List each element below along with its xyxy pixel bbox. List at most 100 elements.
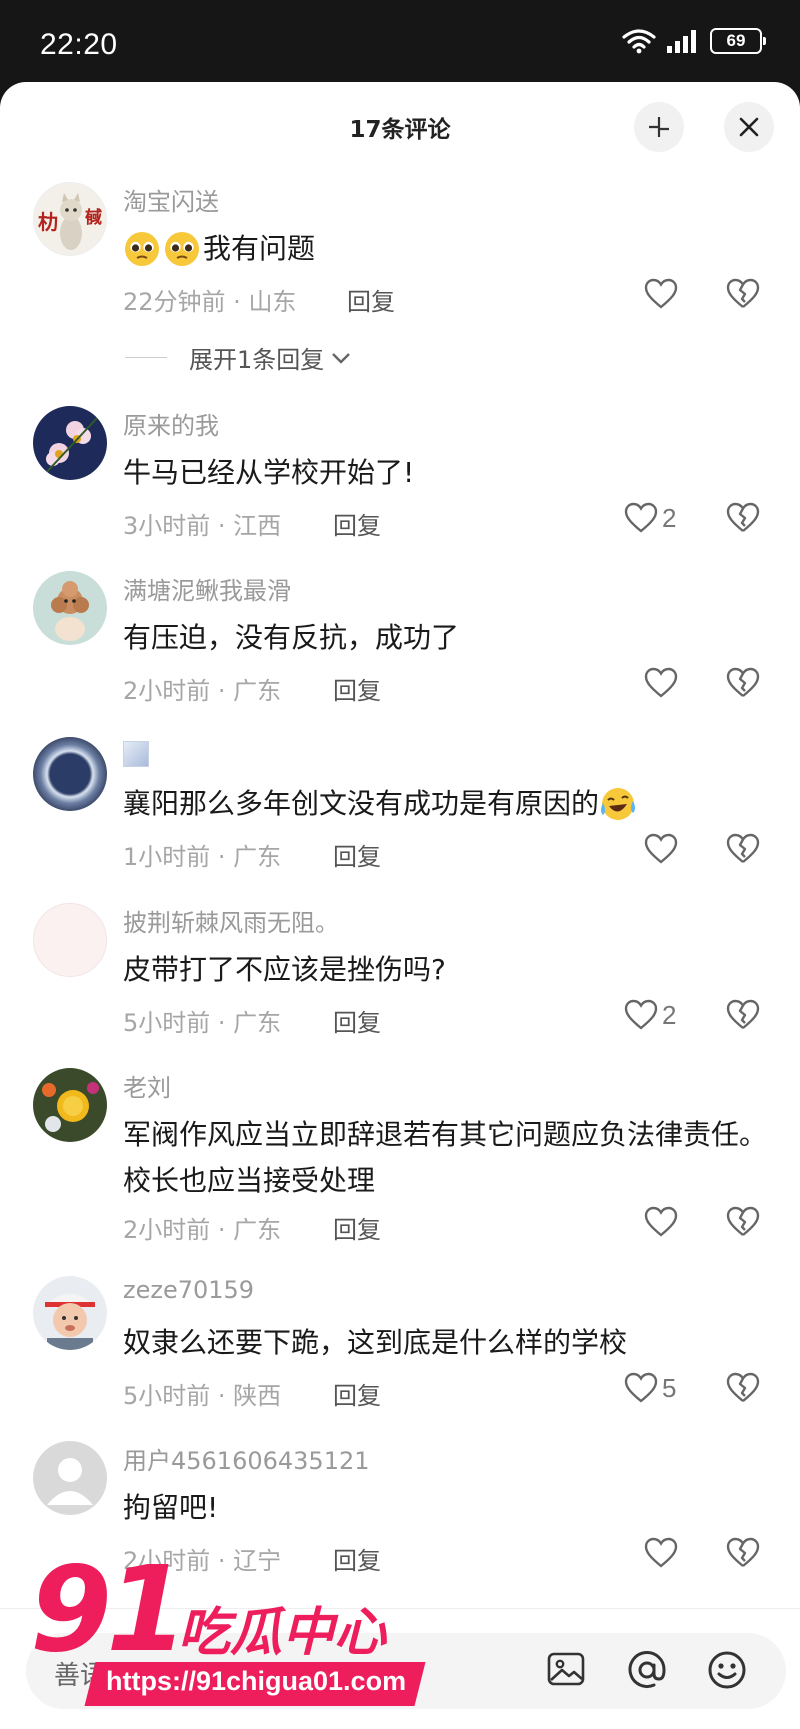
emoji-icon xyxy=(708,1651,746,1689)
dislike-button[interactable] xyxy=(726,278,760,314)
comment-item: 满塘泥鳅我最滑 有压迫，没有反抗，成功了 2小时前 · 广东 回复 xyxy=(0,571,800,721)
like-button[interactable] xyxy=(644,667,682,699)
cat-figure-avatar-image: 朸 戫 xyxy=(38,193,102,250)
comment-text: 皮带打了不应该是挫伤吗? xyxy=(123,953,446,986)
like-button[interactable] xyxy=(644,1537,682,1569)
mention-button[interactable] xyxy=(626,1649,668,1695)
status-time: 22:20 xyxy=(40,28,118,61)
status-icons: 69 xyxy=(622,28,766,54)
comment-username[interactable]: 用户4561606435121 xyxy=(123,1441,370,1476)
like-button[interactable] xyxy=(644,1206,682,1238)
default-user-avatar-image xyxy=(47,1458,93,1505)
dislike-button[interactable] xyxy=(726,1537,760,1573)
dislike-button[interactable] xyxy=(726,1206,760,1242)
dislike-button[interactable] xyxy=(726,833,760,869)
pleading-face-icon xyxy=(165,232,199,266)
expand-replies[interactable]: 展开1条回复 xyxy=(125,340,352,375)
avatar[interactable]: 朸 戫 xyxy=(33,182,107,256)
meta-separator: · xyxy=(210,512,234,540)
close-button[interactable] xyxy=(724,102,774,152)
meta-separator: · xyxy=(210,677,234,705)
like-count: 2 xyxy=(662,999,677,1030)
like-count: 5 xyxy=(662,1372,677,1403)
poodle-avatar-image xyxy=(51,581,89,641)
like-button[interactable] xyxy=(644,833,682,865)
comment-username[interactable]: zeze70159 xyxy=(123,1276,254,1304)
reply-button[interactable]: 回复 xyxy=(333,1003,381,1038)
comment-username[interactable] xyxy=(123,741,149,773)
comment-time: 2小时前 xyxy=(123,677,211,705)
meta-separator: · xyxy=(210,1382,234,1410)
like-button[interactable] xyxy=(644,278,682,310)
comment-username[interactable]: 淘宝闪送 xyxy=(123,182,219,217)
comment-username[interactable]: 满塘泥鳅我最滑 xyxy=(123,571,291,606)
dislike-button[interactable] xyxy=(726,1372,760,1408)
crying-laughing-face-icon xyxy=(601,788,636,820)
comment-location: 陕西 xyxy=(233,1382,282,1410)
broken-heart-icon xyxy=(726,833,760,863)
reply-button[interactable]: 回复 xyxy=(333,837,381,872)
broken-heart-icon xyxy=(726,1206,760,1236)
avatar[interactable] xyxy=(33,1441,107,1515)
comment-meta: 2小时前 · 广东 xyxy=(123,671,281,706)
image-icon xyxy=(547,1652,585,1686)
baby-avatar-image xyxy=(45,1294,95,1350)
avatar[interactable] xyxy=(33,1276,107,1350)
avatar[interactable] xyxy=(33,1068,107,1142)
chevron-down-icon xyxy=(332,352,351,364)
broken-heart-icon xyxy=(726,502,760,532)
chrysanthemum-avatar-image xyxy=(42,1082,99,1132)
like-button[interactable]: 2 xyxy=(624,502,676,534)
like-button[interactable]: 5 xyxy=(624,1372,676,1404)
signal-icon xyxy=(667,30,696,53)
comment-location: 江西 xyxy=(233,512,282,540)
comment-text: 拘留吧! xyxy=(123,1491,219,1524)
avatar[interactable] xyxy=(33,903,107,977)
reply-button[interactable]: 回复 xyxy=(333,1376,381,1411)
heart-icon xyxy=(624,1372,658,1403)
broken-heart-icon xyxy=(726,1537,760,1567)
heart-icon xyxy=(624,502,658,533)
heart-icon xyxy=(644,667,678,698)
image-button[interactable] xyxy=(546,1649,586,1693)
comment-text: 襄阳那么多年创文没有成功是有原因的 xyxy=(123,781,768,827)
comment-meta: 3小时前 · 江西 xyxy=(123,506,281,541)
close-icon xyxy=(739,117,759,137)
heart-icon xyxy=(644,278,678,309)
avatar[interactable] xyxy=(33,406,107,480)
like-button[interactable]: 2 xyxy=(624,999,676,1031)
comment-meta: 5小时前 · 陕西 xyxy=(123,1376,281,1411)
comment-location: 广东 xyxy=(233,1216,282,1244)
emoji-button[interactable] xyxy=(706,1649,748,1695)
wifi-icon xyxy=(622,29,656,54)
comment-username[interactable]: 老刘 xyxy=(123,1068,171,1103)
pleading-face-icon xyxy=(125,232,159,266)
dislike-button[interactable] xyxy=(726,999,760,1035)
comment-time: 2小时前 xyxy=(123,1216,211,1244)
comment-username[interactable]: 披荆斩棘风雨无阻。 xyxy=(123,903,339,938)
meta-separator: · xyxy=(225,288,249,316)
comment-meta: 5小时前 · 广东 xyxy=(123,1003,281,1038)
comment-meta: 22分钟前 · 山东 xyxy=(123,282,296,317)
svg-text:朸: 朸 xyxy=(38,210,58,234)
avatar[interactable] xyxy=(33,737,107,811)
reply-button[interactable]: 回复 xyxy=(333,506,381,541)
comment-time: 22分钟前 xyxy=(123,288,226,316)
dislike-button[interactable] xyxy=(726,667,760,703)
collapse-button[interactable] xyxy=(634,102,684,152)
battery-level: 69 xyxy=(726,31,746,50)
comment-item: 襄阳那么多年创文没有成功是有原因的 1小时前 · 广东 回复 xyxy=(0,737,800,887)
reply-button[interactable]: 回复 xyxy=(333,1210,381,1245)
avatar[interactable] xyxy=(33,571,107,645)
comment-text: 我有问题 xyxy=(123,226,768,272)
like-count: 2 xyxy=(662,502,677,533)
watermark-logo: 91 吃瓜中心 https://91chigua01.com xyxy=(30,1550,426,1720)
reply-button[interactable]: 回复 xyxy=(333,671,381,706)
dislike-button[interactable] xyxy=(726,502,760,538)
comment-text: 有压迫，没有反抗，成功了 xyxy=(123,621,460,654)
comment-username[interactable]: 原来的我 xyxy=(123,406,219,441)
comment-time: 5小时前 xyxy=(123,1009,211,1037)
status-bar: 22:20 69 xyxy=(0,0,800,82)
reply-button[interactable]: 回复 xyxy=(347,282,395,317)
heart-icon xyxy=(644,1537,678,1568)
